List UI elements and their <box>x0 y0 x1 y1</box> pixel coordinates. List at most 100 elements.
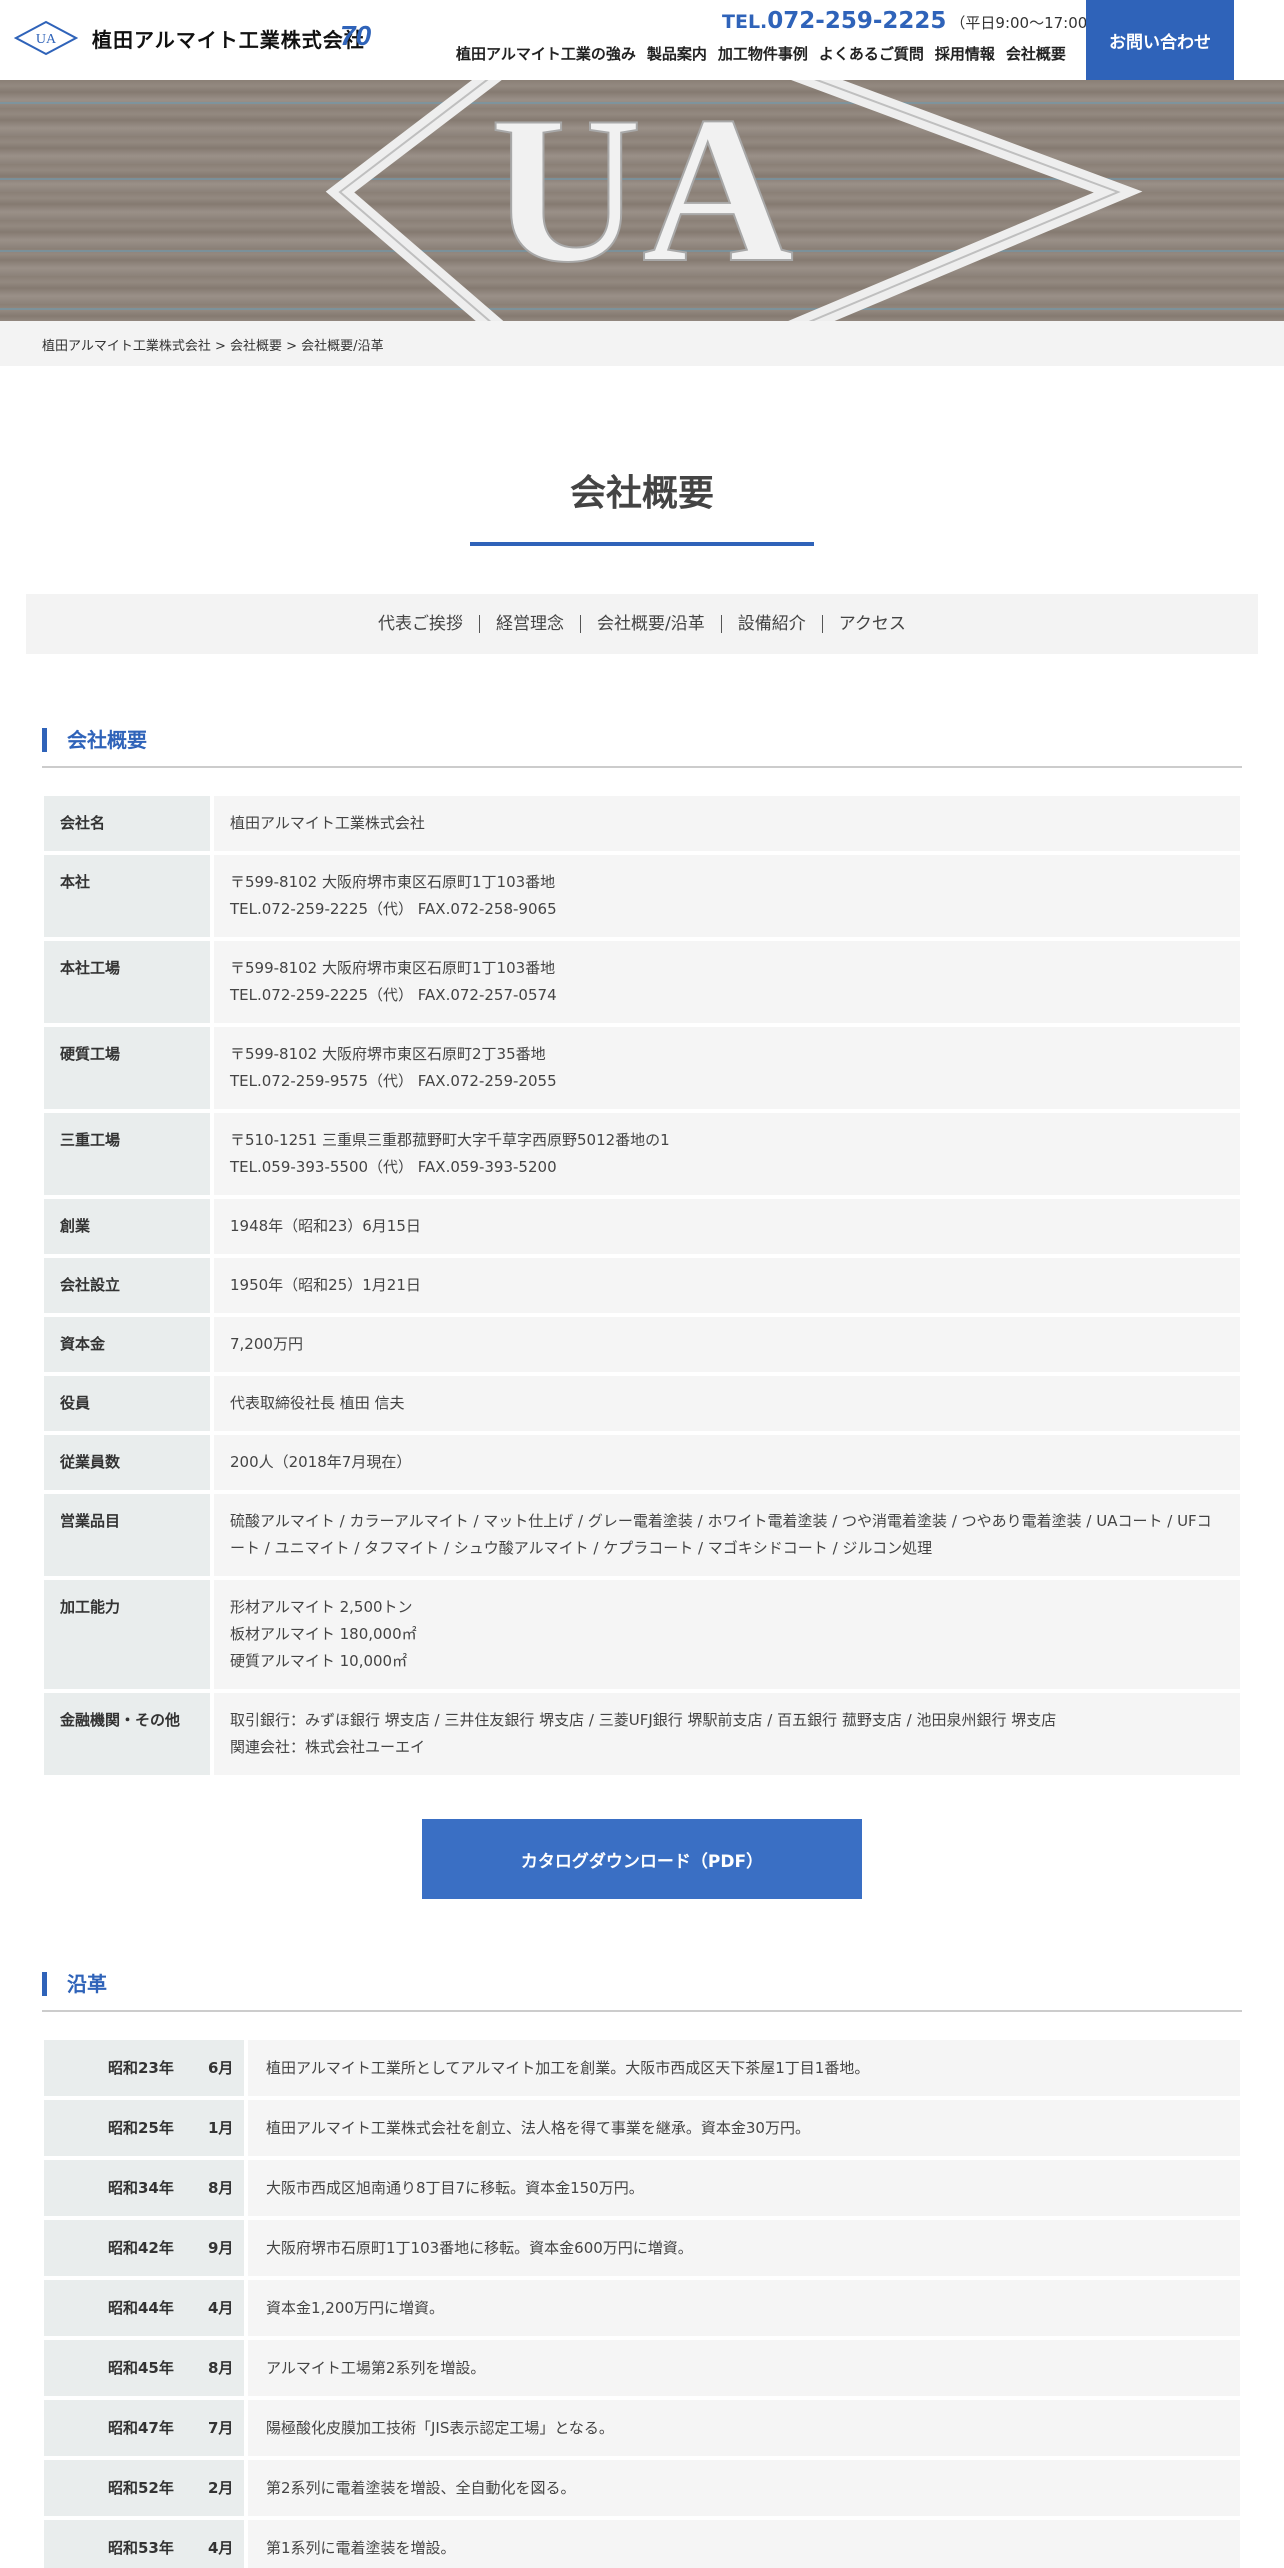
row-value-line: 1950年（昭和25）1月21日 <box>230 1276 421 1294</box>
history-event: アルマイト工場第2系列を増設。 <box>244 2340 1240 2396</box>
history-event: 大阪市西成区旭南通り8丁目7に移転。資本金150万円。 <box>244 2160 1240 2216</box>
row-value-line: 代表取締役社長 植田 信夫 <box>230 1394 405 1412</box>
row-value-line: TEL.072-259-2225（代） FAX.072-258-9065 <box>230 900 557 918</box>
table-row: 加工能力 形材アルマイト 2,500トン 板材アルマイト 180,000㎡ 硬質アルマ… <box>44 1580 1240 1689</box>
company-info-table: 会社名 植田アルマイト工業株式会社 本社 〒599-8102 大阪府堺市東区石原町1丁… <box>44 792 1240 1779</box>
catalog-download-button[interactable]: カタログダウンロード（PDF） <box>422 1819 862 1899</box>
history-event: 植田アルマイト工業株式会社を創立、法人格を得て事業を継承。資本金30万円。 <box>244 2100 1240 2156</box>
row-label: 資本金 <box>44 1317 210 1372</box>
subnav-item-greeting[interactable]: 代表ご挨拶 <box>362 615 479 633</box>
row-label: 会社設立 <box>44 1258 210 1313</box>
nav-item-products[interactable]: 製品案内 <box>647 43 707 64</box>
history-year: 昭和44年 <box>108 2299 174 2317</box>
row-label: 本社工場 <box>44 941 210 1023</box>
row-value: 代表取締役社長 植田 信夫 <box>210 1376 1240 1431</box>
subnav-item-philosophy[interactable]: 経営理念 <box>479 615 580 633</box>
row-label: 役員 <box>44 1376 210 1431</box>
company-logo-text[interactable]: 植田アルマイト工業株式会社 <box>92 24 365 53</box>
svg-text:UA: UA <box>36 32 57 47</box>
history-event: 大阪府堺市石原町1丁103番地に移転。資本金600万円に増資。 <box>244 2220 1240 2276</box>
table-row: 営業品目 硫酸アルマイト / カラーアルマイト / マット仕上げ / グレー電着塗… <box>44 1494 1240 1576</box>
nav-item-company[interactable]: 会社概要 <box>1006 43 1066 64</box>
nav-item-cases[interactable]: 加工物件事例 <box>718 43 808 64</box>
breadcrumb[interactable]: 植田アルマイト工業株式会社 > 会社概要 > 会社概要/沿革 <box>42 335 384 354</box>
history-row: 昭和45年 8月 アルマイト工場第2系列を増設。 <box>44 2340 1240 2396</box>
history-year: 昭和45年 <box>108 2359 174 2377</box>
history-month: 6月 <box>208 2059 234 2077</box>
nav-item-recruit[interactable]: 採用情報 <box>935 43 995 64</box>
section-heading-company: 会社概要 <box>42 728 1242 768</box>
row-value-line: 取引銀行：みずほ銀行 堺支店 / 三井住友銀行 堺支店 / 三菱UFJ銀行 堺駅… <box>230 1711 1057 1729</box>
table-row: 金融機関・その他 取引銀行：みずほ銀行 堺支店 / 三井住友銀行 堺支店 / 三菱… <box>44 1693 1240 1775</box>
title-underline <box>470 542 814 546</box>
site-header: UA 植田アルマイト工業株式会社 70 TEL.072-259-2225 （平日9… <box>0 0 1284 80</box>
table-row: 資本金 7,200万円 <box>44 1317 1240 1372</box>
row-value-line: 〒510-1251 三重県三重郡菰野町大字千草字西原野5012番地の1 <box>230 1131 670 1149</box>
history-date: 昭和34年 8月 <box>44 2160 244 2216</box>
ua-sign-graphic: UA <box>325 80 1143 321</box>
row-label: 三重工場 <box>44 1113 210 1195</box>
row-value-line: 〒599-8102 大阪府堺市東区石原町2丁35番地 <box>230 1045 546 1063</box>
table-row: 創業 1948年（昭和23）6月15日 <box>44 1199 1240 1254</box>
history-row: 昭和23年 6月 植田アルマイト工業所としてアルマイト加工を創業。大阪市西成区天下茶… <box>44 2040 1240 2096</box>
row-value: 植田アルマイト工業株式会社 <box>210 796 1240 851</box>
subnav-item-facilities[interactable]: 設備紹介 <box>720 615 822 633</box>
history-row: 昭和53年 4月 第1系列に電着塗装を増設。 <box>44 2520 1240 2568</box>
row-value: 7,200万円 <box>210 1317 1240 1372</box>
history-month: 4月 <box>208 2539 234 2557</box>
svg-text:UA: UA <box>490 80 793 306</box>
row-value: 〒599-8102 大阪府堺市東区石原町2丁35番地 TEL.072-259-95… <box>210 1027 1240 1109</box>
table-row: 役員 代表取締役社長 植田 信夫 <box>44 1376 1240 1431</box>
history-table: 昭和23年 6月 植田アルマイト工業所としてアルマイト加工を創業。大阪市西成区天下茶… <box>44 2036 1240 2568</box>
row-value: 1948年（昭和23）6月15日 <box>210 1199 1240 1254</box>
table-row: 三重工場 〒510-1251 三重県三重郡菰野町大字千草字西原野5012番地の1 T… <box>44 1113 1240 1195</box>
row-value: 〒510-1251 三重県三重郡菰野町大字千草字西原野5012番地の1 TEL.0… <box>210 1113 1240 1195</box>
table-row: 本社工場 〒599-8102 大阪府堺市東区石原町1丁103番地 TEL.072-2… <box>44 941 1240 1023</box>
row-label: 金融機関・その他 <box>44 1693 210 1775</box>
history-year: 昭和47年 <box>108 2419 174 2437</box>
history-date: 昭和42年 9月 <box>44 2220 244 2276</box>
ua-logo-icon[interactable]: UA <box>14 20 78 56</box>
subnav-item-overview[interactable]: 会社概要/沿革 <box>580 615 721 633</box>
history-month: 2月 <box>208 2479 234 2497</box>
history-event: 陽極酸化皮膜加工技術「JIS表示認定工場」となる。 <box>244 2400 1240 2456</box>
history-month: 7月 <box>208 2419 234 2437</box>
row-value-line: 〒599-8102 大阪府堺市東区石原町1丁103番地 <box>230 873 556 891</box>
row-value-line: 1948年（昭和23）6月15日 <box>230 1217 421 1235</box>
nav-item-faq[interactable]: よくあるご質問 <box>819 43 924 64</box>
phone-number: 072-259-2225 <box>767 8 947 34</box>
history-date: 昭和25年 1月 <box>44 2100 244 2156</box>
history-date: 昭和45年 8月 <box>44 2340 244 2396</box>
history-year: 昭和42年 <box>108 2239 174 2257</box>
contact-button[interactable]: お問い合わせ <box>1086 0 1234 80</box>
nav-item-strengths[interactable]: 植田アルマイト工業の強み <box>456 43 636 64</box>
history-month: 8月 <box>208 2179 234 2197</box>
svg-text:70: 70 <box>340 20 372 51</box>
history-month: 4月 <box>208 2299 234 2317</box>
history-row: 昭和47年 7月 陽極酸化皮膜加工技術「JIS表示認定工場」となる。 <box>44 2400 1240 2456</box>
row-value-line: TEL.059-393-5500（代） FAX.059-393-5200 <box>230 1158 557 1176</box>
section-heading-history: 沿革 <box>42 1972 1242 2012</box>
table-row: 会社設立 1950年（昭和25）1月21日 <box>44 1258 1240 1313</box>
subnav-item-access[interactable]: アクセス <box>821 615 922 633</box>
row-value: 1950年（昭和25）1月21日 <box>210 1258 1240 1313</box>
sub-nav: 代表ご挨拶 経営理念 会社概要/沿革 設備紹介 アクセス <box>26 594 1258 654</box>
history-row: 昭和25年 1月 植田アルマイト工業株式会社を創立、法人格を得て事業を継承。資本金3… <box>44 2100 1240 2156</box>
phone-contact[interactable]: TEL.072-259-2225 （平日9:00～17:00） <box>722 8 1102 34</box>
table-row: 硬質工場 〒599-8102 大阪府堺市東区石原町2丁35番地 TEL.072-25… <box>44 1027 1240 1109</box>
history-row: 昭和34年 8月 大阪市西成区旭南通り8丁目7に移転。資本金150万円。 <box>44 2160 1240 2216</box>
row-value-line: 植田アルマイト工業株式会社 <box>230 814 425 832</box>
row-value: 〒599-8102 大阪府堺市東区石原町1丁103番地 TEL.072-259-2… <box>210 855 1240 937</box>
history-month: 8月 <box>208 2359 234 2377</box>
row-label: 硬質工場 <box>44 1027 210 1109</box>
row-value-line: 関連会社：株式会社ユーエイ <box>230 1738 426 1756</box>
row-value: 200人（2018年7月現在） <box>210 1435 1240 1490</box>
history-month: 1月 <box>208 2119 234 2137</box>
row-label: 従業員数 <box>44 1435 210 1490</box>
row-value-line: 硫酸アルマイト / カラーアルマイト / マット仕上げ / グレー電着塗装 / … <box>230 1512 1212 1557</box>
row-value: 取引銀行：みずほ銀行 堺支店 / 三井住友銀行 堺支店 / 三菱UFJ銀行 堺駅… <box>210 1693 1240 1775</box>
row-label: 創業 <box>44 1199 210 1254</box>
history-date: 昭和23年 6月 <box>44 2040 244 2096</box>
row-value-line: 7,200万円 <box>230 1335 303 1353</box>
history-date: 昭和53年 4月 <box>44 2520 244 2568</box>
